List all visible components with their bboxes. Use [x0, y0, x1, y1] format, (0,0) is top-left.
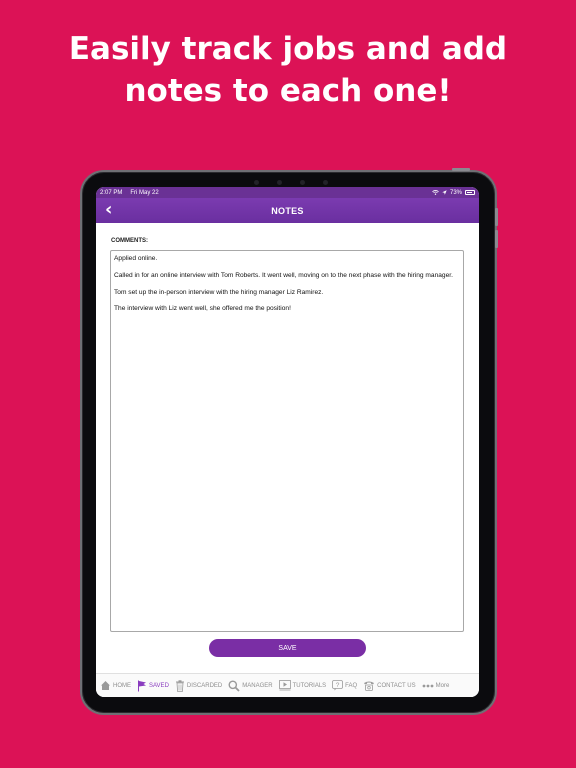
svg-text:?: ? [336, 682, 340, 689]
headline-line-2: notes to each one! [124, 73, 452, 109]
wifi-icon [432, 190, 439, 195]
save-button[interactable]: SAVE [209, 639, 366, 657]
tab-saved[interactable]: SAVED [137, 680, 169, 692]
headline-line-1: Easily track jobs and add [68, 31, 508, 67]
tab-contact-us[interactable]: CONTACT US [363, 680, 416, 691]
note-line: The interview with Liz went well, she of… [114, 305, 291, 313]
tab-faq[interactable]: ? FAQ [332, 680, 357, 691]
tab-tutorials[interactable]: TUTORIALS [278, 680, 327, 691]
tab-label: MANAGER [242, 682, 273, 689]
tab-bar: HOME SAVED DISCARDED MANAGER TUTORIALS ?… [96, 673, 479, 697]
note-line: Applied online. [114, 255, 158, 262]
app-screen: 2:07 PM Fri May 22 73% ‹ NOTES COMMENTS:… [96, 187, 479, 697]
comments-textarea[interactable]: Applied online. Called in for an online … [110, 250, 464, 632]
camera-array [254, 178, 328, 186]
tab-home[interactable]: HOME [100, 680, 131, 691]
power-button [452, 168, 470, 171]
trash-icon [175, 679, 184, 692]
status-bar: 2:07 PM Fri May 22 73% [96, 187, 479, 198]
home-icon [101, 681, 110, 690]
tab-label: CONTACT US [377, 682, 416, 689]
note-line: Tom set up the in-person interview with … [114, 288, 324, 296]
tab-discarded[interactable]: DISCARDED [175, 679, 223, 692]
tab-label: DISCARDED [186, 682, 223, 689]
tab-label: SAVED [149, 682, 169, 689]
comments-label: COMMENTS: [111, 238, 148, 244]
headline: Easily track jobs and add notes to each … [0, 28, 576, 112]
tab-label: More [435, 682, 450, 689]
volume-up-button [495, 208, 498, 226]
battery-icon [465, 190, 475, 195]
page-title: NOTES [271, 205, 304, 216]
location-icon [442, 190, 447, 195]
question-icon: ? [332, 680, 344, 691]
tab-more[interactable]: More [422, 682, 450, 689]
status-date: Fri May 22 [130, 189, 159, 196]
nav-bar: ‹ NOTES [96, 198, 479, 223]
tab-label: TUTORIALS [292, 682, 327, 689]
volume-down-button [495, 230, 498, 248]
phone-icon [364, 681, 375, 691]
search-icon [228, 680, 240, 692]
flag-icon [138, 680, 146, 691]
more-icon [422, 684, 434, 687]
battery-percent: 73% [449, 189, 462, 196]
tab-label: FAQ [345, 682, 358, 689]
note-line: Called in for an online interview with T… [114, 271, 453, 279]
status-time: 2:07 PM [100, 189, 123, 196]
chevron-left-icon[interactable]: ‹ [105, 201, 112, 219]
play-icon [278, 680, 291, 691]
tab-manager[interactable]: MANAGER [228, 680, 273, 692]
tab-label: HOME [113, 682, 131, 689]
